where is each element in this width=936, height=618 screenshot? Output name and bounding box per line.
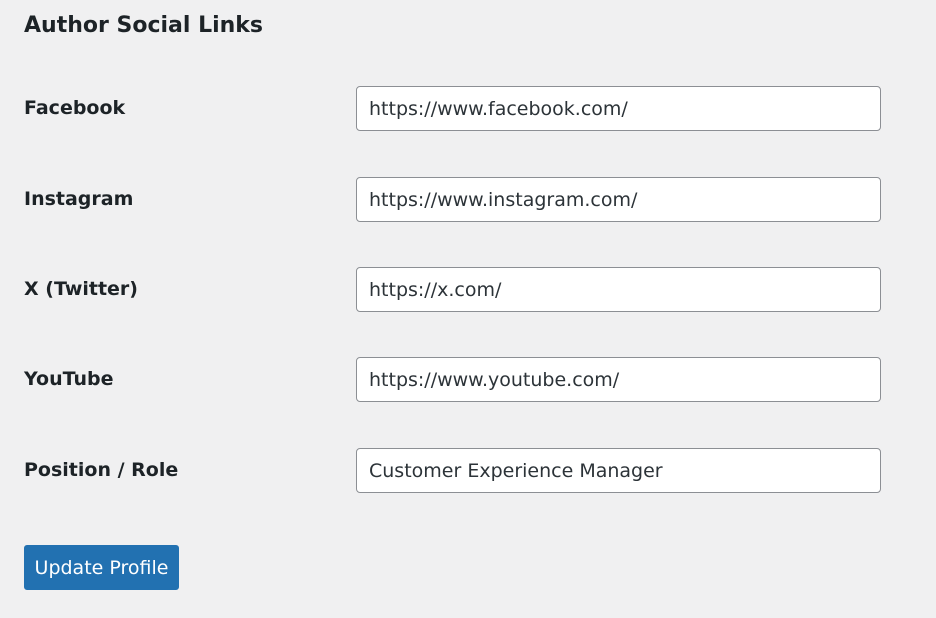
position-role-input[interactable] — [356, 448, 881, 493]
instagram-input[interactable] — [356, 177, 881, 222]
facebook-label: Facebook — [24, 97, 126, 119]
instagram-label: Instagram — [24, 188, 134, 210]
position-role-label: Position / Role — [24, 459, 179, 481]
position-role-row: Position / Role — [0, 448, 936, 493]
update-profile-button[interactable]: Update Profile — [24, 545, 179, 590]
twitter-row: X (Twitter) — [0, 267, 936, 312]
twitter-input[interactable] — [356, 267, 881, 312]
instagram-row: Instagram — [0, 177, 936, 222]
facebook-row: Facebook — [0, 86, 936, 131]
youtube-input[interactable] — [356, 357, 881, 402]
youtube-row: YouTube — [0, 357, 936, 402]
facebook-input[interactable] — [356, 86, 881, 131]
twitter-label: X (Twitter) — [24, 278, 138, 300]
section-title: Author Social Links — [24, 13, 264, 38]
youtube-label: YouTube — [24, 368, 114, 390]
